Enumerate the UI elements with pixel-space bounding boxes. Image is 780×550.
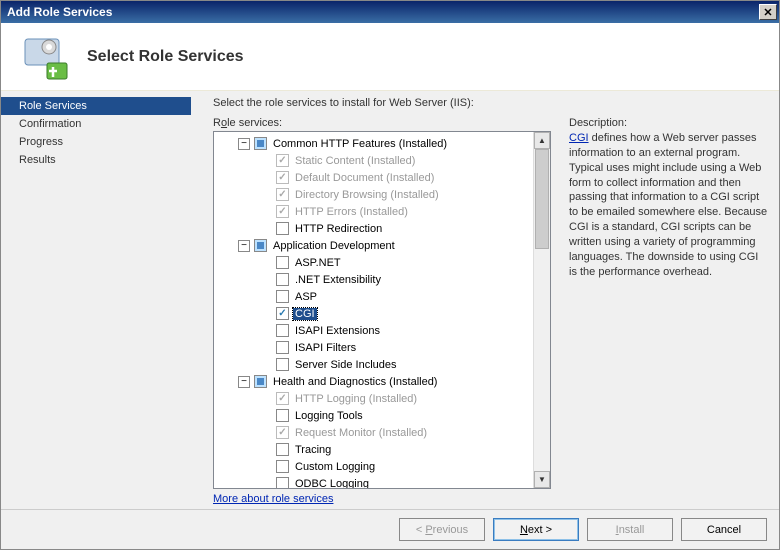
tree-node-label[interactable]: Health and Diagnostics (Installed)	[271, 376, 439, 388]
footer: < Previous Next > Install Cancel	[1, 509, 779, 549]
tree-node[interactable]: CGI	[216, 305, 548, 322]
checkbox	[276, 205, 289, 218]
tree-node[interactable]: HTTP Logging (Installed)	[216, 390, 548, 407]
tree-node-label[interactable]: ASP.NET	[293, 257, 343, 269]
tree-node[interactable]: − Health and Diagnostics (Installed)	[216, 373, 548, 390]
tree-node-label[interactable]: Common HTTP Features (Installed)	[271, 138, 449, 150]
checkbox[interactable]	[276, 290, 289, 303]
sidebar: Role Services Confirmation Progress Resu…	[1, 91, 191, 509]
tree-node[interactable]: Server Side Includes	[216, 356, 548, 373]
tree-node-label[interactable]: CGI	[293, 308, 317, 320]
checkbox	[276, 426, 289, 439]
checkbox[interactable]	[276, 409, 289, 422]
tree-node-label[interactable]: ASP	[293, 291, 319, 303]
next-button[interactable]: Next >	[493, 518, 579, 541]
tree-node-label[interactable]: ISAPI Filters	[293, 342, 358, 354]
checkbox[interactable]	[254, 137, 267, 150]
tree-node-label[interactable]: Custom Logging	[293, 461, 377, 473]
tree-node-label[interactable]: Server Side Includes	[293, 359, 399, 371]
tree-node-label[interactable]: HTTP Logging (Installed)	[293, 393, 419, 405]
checkbox[interactable]	[276, 324, 289, 337]
checkbox[interactable]	[254, 375, 267, 388]
tree-node-label[interactable]: ISAPI Extensions	[293, 325, 382, 337]
tree-node[interactable]: Custom Logging	[216, 458, 548, 475]
tree-node-label[interactable]: Request Monitor (Installed)	[293, 427, 429, 439]
checkbox[interactable]	[276, 443, 289, 456]
checkbox[interactable]	[276, 358, 289, 371]
tree-node-label[interactable]: Directory Browsing (Installed)	[293, 189, 441, 201]
checkbox[interactable]	[276, 222, 289, 235]
tree-node[interactable]: Tracing	[216, 441, 548, 458]
tree-node-label[interactable]: Default Document (Installed)	[293, 172, 436, 184]
tree-node-label[interactable]: Application Development	[271, 240, 397, 252]
checkbox[interactable]	[276, 477, 289, 489]
description-link[interactable]: CGI	[569, 132, 589, 144]
titlebar: Add Role Services ✕	[1, 1, 779, 23]
install-button: Install	[587, 518, 673, 541]
checkbox	[276, 171, 289, 184]
scrollbar[interactable]: ▲ ▼	[533, 132, 550, 488]
tree-node[interactable]: Directory Browsing (Installed)	[216, 186, 548, 203]
close-button[interactable]: ✕	[759, 4, 777, 20]
checkbox[interactable]	[276, 273, 289, 286]
description-text: CGI defines how a Web server passes info…	[569, 131, 769, 279]
scroll-up-button[interactable]: ▲	[534, 132, 550, 149]
tree-node[interactable]: Request Monitor (Installed)	[216, 424, 548, 441]
tree-node-label[interactable]: ODBC Logging	[293, 478, 371, 490]
tree-node-label[interactable]: HTTP Redirection	[293, 223, 384, 235]
tree-node[interactable]: ASP	[216, 288, 548, 305]
tree-node-label[interactable]: HTTP Errors (Installed)	[293, 206, 410, 218]
tree-node[interactable]: Logging Tools	[216, 407, 548, 424]
collapse-icon[interactable]: −	[238, 138, 250, 150]
description-heading: Description:	[569, 117, 769, 129]
tree-node-label[interactable]: .NET Extensibility	[293, 274, 383, 286]
scroll-track[interactable]	[534, 149, 550, 471]
checkbox[interactable]	[276, 256, 289, 269]
sidebar-item-role-services[interactable]: Role Services	[1, 97, 191, 115]
sidebar-item-confirmation[interactable]: Confirmation	[1, 115, 191, 133]
collapse-icon[interactable]: −	[238, 376, 250, 388]
sidebar-item-progress[interactable]: Progress	[1, 133, 191, 151]
scroll-thumb[interactable]	[535, 149, 549, 249]
tree-node-label[interactable]: Logging Tools	[293, 410, 365, 422]
checkbox	[276, 392, 289, 405]
tree-node[interactable]: .NET Extensibility	[216, 271, 548, 288]
cancel-button[interactable]: Cancel	[681, 518, 767, 541]
tree-node[interactable]: ASP.NET	[216, 254, 548, 271]
previous-button: < Previous	[399, 518, 485, 541]
tree-node[interactable]: ODBC Logging	[216, 475, 548, 489]
collapse-icon[interactable]: −	[238, 240, 250, 252]
tree-node-label[interactable]: Tracing	[293, 444, 333, 456]
tree-node[interactable]: − Application Development	[216, 237, 548, 254]
close-icon: ✕	[763, 6, 772, 19]
checkbox[interactable]	[276, 307, 289, 320]
checkbox	[276, 154, 289, 167]
tree-node[interactable]: HTTP Errors (Installed)	[216, 203, 548, 220]
tree-node-label[interactable]: Static Content (Installed)	[293, 155, 417, 167]
wizard-icon	[21, 33, 69, 81]
tree-node[interactable]: Default Document (Installed)	[216, 169, 548, 186]
tree-node[interactable]: − Common HTTP Features (Installed)	[216, 135, 548, 152]
tree-node[interactable]: Static Content (Installed)	[216, 152, 548, 169]
page-title: Select Role Services	[87, 48, 244, 66]
instruction-text: Select the role services to install for …	[213, 97, 769, 109]
tree-node[interactable]: ISAPI Extensions	[216, 322, 548, 339]
checkbox[interactable]	[254, 239, 267, 252]
more-link[interactable]: More about role services	[213, 493, 551, 505]
tree-node[interactable]: HTTP Redirection	[216, 220, 548, 237]
header: Select Role Services	[1, 23, 779, 91]
checkbox[interactable]	[276, 460, 289, 473]
tree-label: Role services:	[213, 117, 551, 129]
window-title: Add Role Services	[7, 5, 112, 19]
tree-node[interactable]: ISAPI Filters	[216, 339, 548, 356]
role-services-tree[interactable]: − Common HTTP Features (Installed) Static …	[213, 131, 551, 489]
checkbox[interactable]	[276, 341, 289, 354]
scroll-down-button[interactable]: ▼	[534, 471, 550, 488]
checkbox	[276, 188, 289, 201]
sidebar-item-results[interactable]: Results	[1, 151, 191, 169]
